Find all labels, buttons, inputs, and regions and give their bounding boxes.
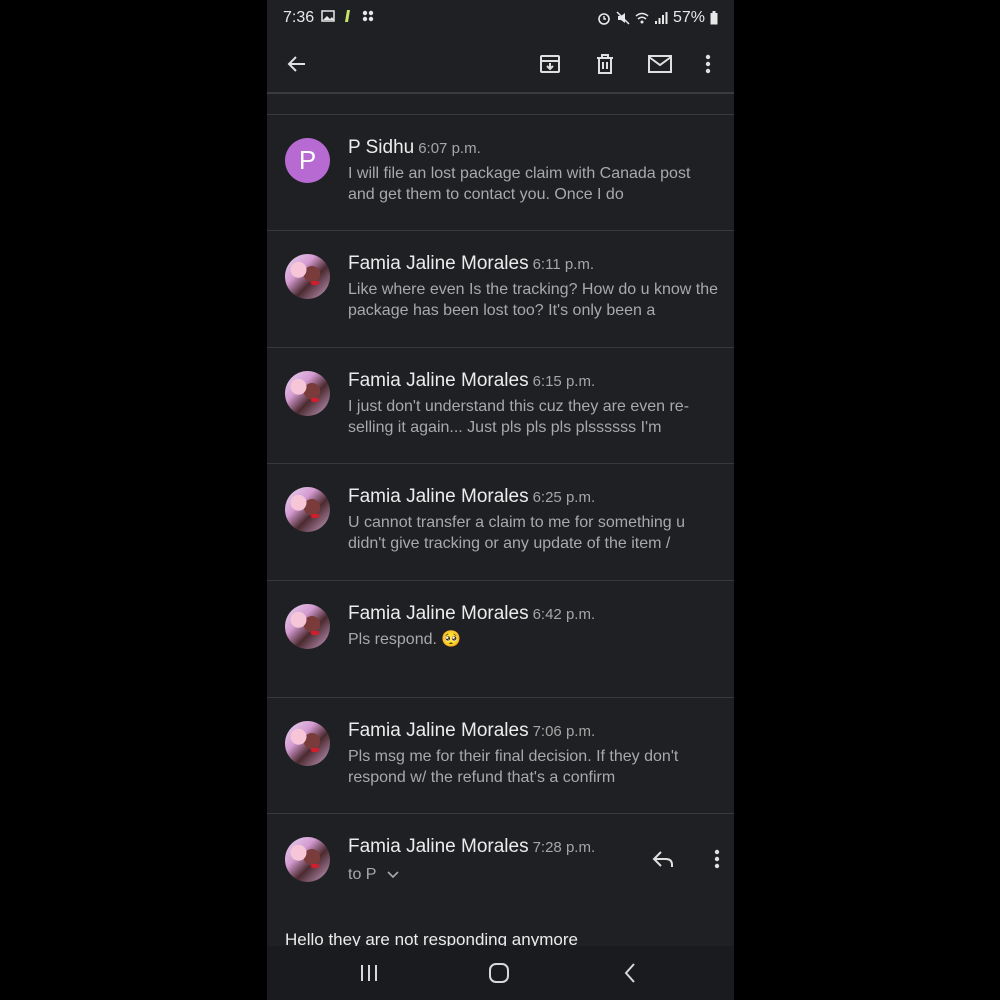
message-item[interactable]: Famia Jaline Morales 6:11 p.m. Like where… — [267, 230, 734, 347]
message-time: 6:15 p.m. — [532, 373, 596, 390]
recipient-details[interactable]: to P — [348, 866, 399, 884]
home-icon[interactable] — [484, 959, 514, 987]
archive-icon[interactable] — [534, 48, 566, 80]
sender-name: Famia Jaline Morales — [348, 836, 529, 857]
avatar — [285, 721, 330, 766]
recipient-label: to P — [348, 866, 377, 883]
message-item[interactable]: Famia Jaline Morales 6:25 p.m. U cannot t… — [267, 463, 734, 580]
sender-name: Famia Jaline Morales — [348, 486, 529, 507]
app-bar — [267, 36, 734, 92]
back-arrow-icon[interactable] — [281, 48, 313, 80]
message-time: 6:11 p.m. — [532, 256, 594, 273]
avatar: P — [285, 138, 330, 183]
more-vert-icon[interactable] — [692, 48, 724, 80]
nav-bar — [267, 946, 734, 1000]
avatar — [285, 371, 330, 416]
mute-icon — [616, 11, 630, 25]
message-time: 6:42 p.m. — [532, 606, 596, 623]
avatar — [285, 837, 330, 882]
message-time: 6:25 p.m. — [532, 489, 596, 506]
message-snippet: Pls respond. 🥺 — [348, 631, 462, 648]
recents-icon[interactable] — [354, 959, 384, 987]
battery-percent: 57% — [672, 9, 705, 26]
message-item[interactable]: Famia Jaline Morales 6:15 p.m. I just don… — [267, 347, 734, 464]
avatar — [285, 604, 330, 649]
wifi-icon — [635, 12, 649, 24]
mark-unread-icon[interactable] — [644, 48, 676, 80]
message-snippet: Pls msg me for their final decision. If … — [348, 748, 679, 786]
sender-name: Famia Jaline Morales — [348, 720, 529, 741]
reply-icon[interactable] — [652, 849, 674, 874]
message-item[interactable]: Famia Jaline Morales 6:42 p.m. Pls respon… — [267, 580, 734, 697]
message-item[interactable]: Famia Jaline Morales 7:06 p.m. Pls msg me… — [267, 697, 734, 814]
message-snippet: I just don't understand this cuz they ar… — [348, 398, 690, 436]
alarm-icon — [598, 13, 610, 25]
avatar — [285, 487, 330, 532]
message-time: 7:06 p.m. — [532, 723, 596, 740]
status-time: 7:36 — [283, 9, 315, 26]
open-message-header: Famia Jaline Morales 7:28 p.m. to P — [267, 813, 734, 947]
chevron-down-icon — [387, 871, 399, 879]
delete-icon[interactable] — [589, 48, 621, 80]
avatar — [285, 254, 330, 299]
pen-icon — [345, 10, 350, 22]
message-time: 6:07 p.m. — [418, 140, 481, 157]
message-snippet: U cannot transfer a claim to me for some… — [348, 514, 686, 552]
more-vert-icon[interactable] — [714, 849, 720, 874]
image-icon — [321, 10, 335, 22]
sender-name: Famia Jaline Morales — [348, 253, 529, 274]
phone-screen: 7:36 57% P P Sidhu 6:07 p.m. I will file… — [267, 0, 734, 1000]
signal-icon — [654, 12, 668, 24]
status-bar: 7:36 57% — [267, 0, 734, 36]
apps-icon — [362, 10, 374, 22]
message-time: 7:28 p.m. — [532, 839, 596, 856]
battery-icon — [710, 11, 718, 25]
sender-name: P Sidhu — [348, 137, 415, 158]
app-bar-divider — [267, 92, 734, 94]
message-snippet: Like where even Is the tracking? How do … — [348, 281, 718, 319]
sender-name: Famia Jaline Morales — [348, 603, 529, 624]
message-item[interactable]: P P Sidhu 6:07 p.m. I will file an lost p… — [267, 114, 734, 231]
back-icon[interactable] — [615, 959, 645, 987]
message-snippet: I will file an lost package claim with C… — [348, 165, 691, 203]
sender-name: Famia Jaline Morales — [348, 370, 529, 391]
